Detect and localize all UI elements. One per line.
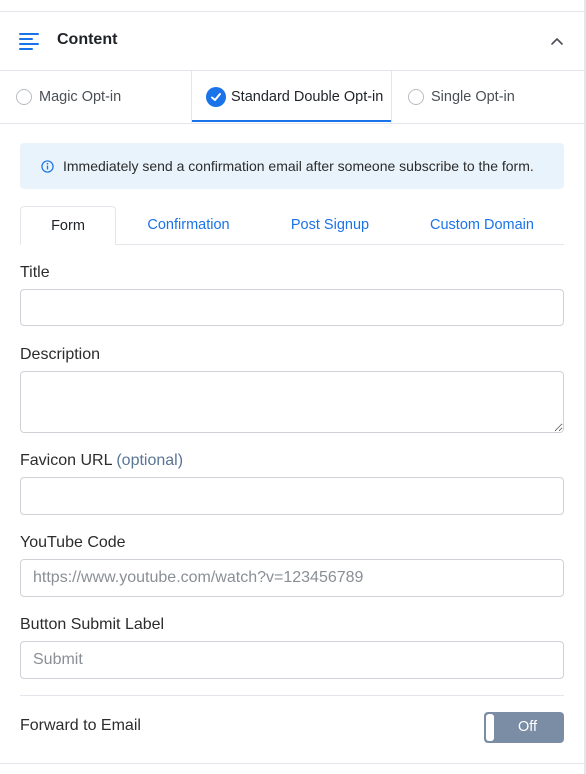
tab-form[interactable]: Form — [20, 206, 116, 245]
description-label: Description — [20, 346, 101, 363]
radio-unchecked-icon[interactable] — [408, 89, 424, 105]
chevron-up-icon[interactable] — [550, 34, 564, 48]
forward-email-toggle[interactable]: Off — [484, 712, 564, 743]
text-align-left-icon — [19, 33, 39, 50]
description-textarea[interactable] — [20, 371, 564, 433]
forward-email-label: Forward to Email — [20, 717, 141, 734]
toggle-knob — [486, 714, 494, 741]
toggle-state-text: Off — [518, 719, 538, 735]
title-input[interactable] — [20, 289, 564, 326]
info-banner: Immediately send a confirmation email af… — [20, 143, 564, 189]
optin-single-label: Single Opt-in — [431, 89, 515, 105]
optin-magic[interactable]: Magic Opt-in — [16, 71, 121, 123]
optin-magic-label: Magic Opt-in — [39, 89, 122, 105]
settings-tabs: Form Confirmation Post Signup Custom Dom… — [20, 206, 564, 245]
tab-confirmation[interactable]: Confirmation — [136, 206, 241, 244]
submit-label-input[interactable] — [20, 641, 564, 679]
optin-standard-double[interactable]: Standard Double Opt-in — [206, 71, 383, 123]
info-icon — [41, 159, 54, 173]
youtube-code-input[interactable] — [20, 559, 564, 597]
optin-standard-label: Standard Double Opt-in — [231, 89, 384, 105]
form-divider — [20, 695, 564, 696]
title-label: Title — [20, 264, 50, 281]
content-section-header[interactable]: Content — [0, 12, 584, 70]
youtube-label: YouTube Code — [20, 534, 126, 551]
favicon-label-text: Favicon URL — [20, 452, 112, 469]
check-circle-icon[interactable] — [206, 87, 226, 107]
optional-hint: (optional) — [116, 452, 184, 469]
optin-separator — [191, 71, 192, 123]
bottom-divider — [0, 763, 584, 764]
optin-single[interactable]: Single Opt-in — [408, 71, 515, 123]
favicon-url-input[interactable] — [20, 477, 564, 515]
favicon-label: Favicon URL (optional) — [20, 452, 183, 470]
info-text: Immediately send a confirmation email af… — [63, 158, 534, 174]
tab-custom-domain[interactable]: Custom Domain — [425, 206, 539, 244]
submit-label-label: Button Submit Label — [20, 616, 165, 633]
tab-post-signup[interactable]: Post Signup — [282, 206, 378, 244]
optin-active-indicator — [192, 120, 391, 122]
section-title: Content — [57, 31, 118, 48]
optin-separator — [391, 71, 392, 123]
optin-type-selector: Magic Opt-in Standard Double Opt-in Sing… — [0, 70, 584, 124]
radio-unchecked-icon[interactable] — [16, 89, 32, 105]
